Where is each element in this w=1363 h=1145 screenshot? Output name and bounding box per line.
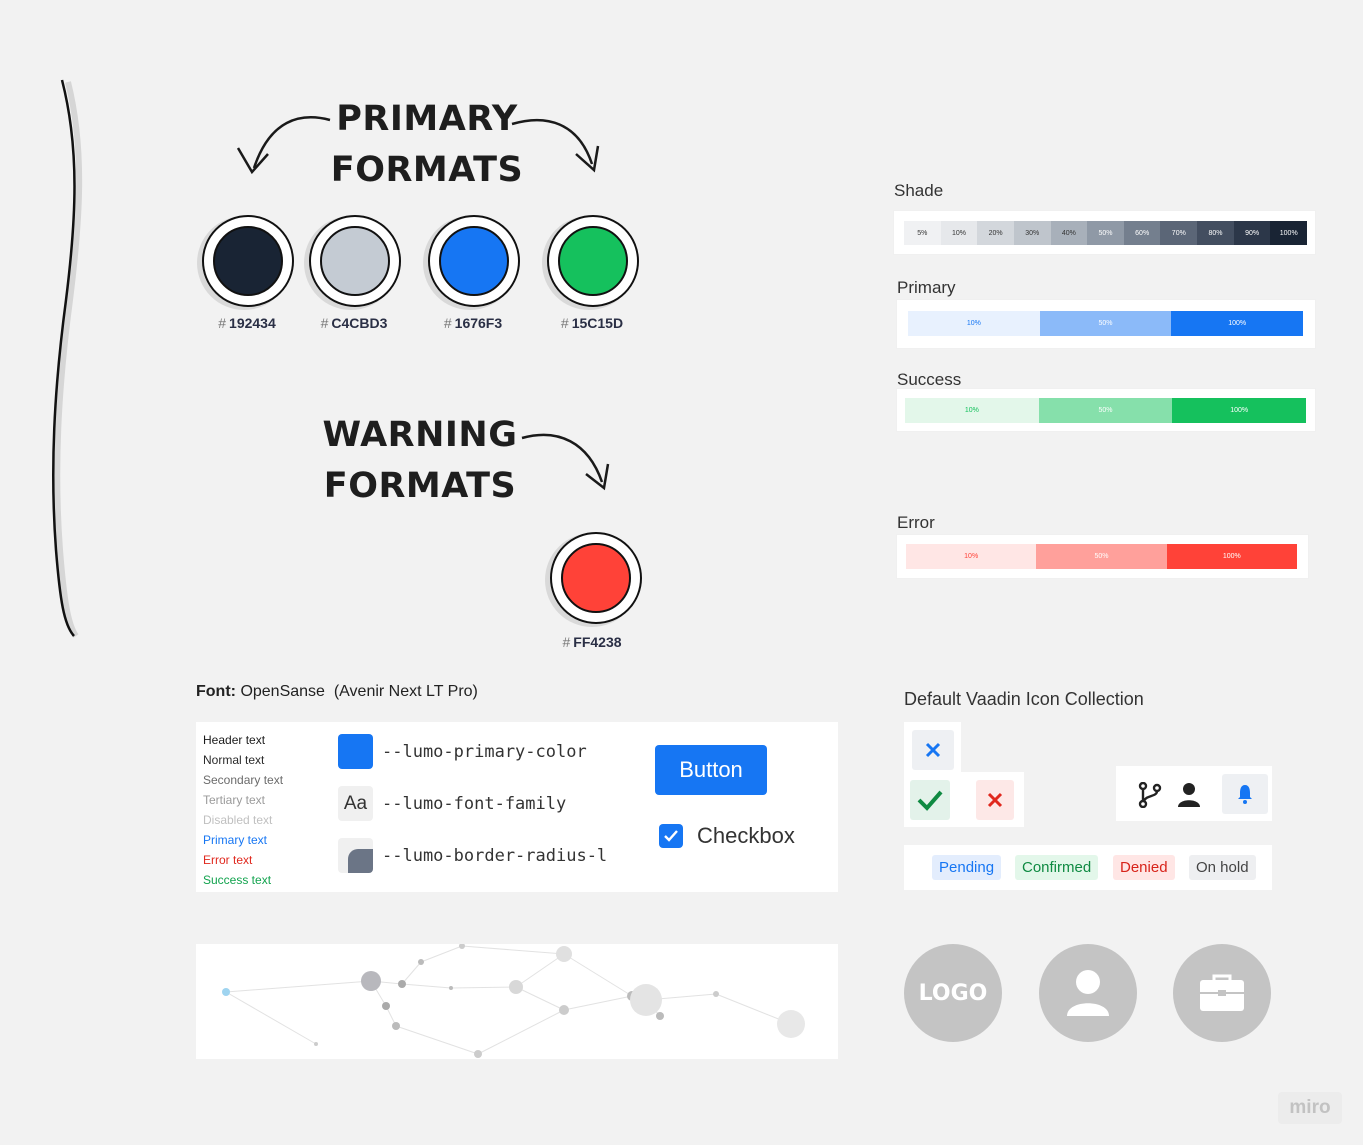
success-scale-bar: 10% 50% 100% bbox=[905, 398, 1307, 423]
primary-formats-heading: PRIMARY FORMATS bbox=[322, 94, 532, 196]
shade-scale-cell: 70% bbox=[1160, 221, 1198, 245]
text-style-sample: Header text bbox=[203, 733, 266, 747]
font-family-icon: Aa bbox=[338, 786, 373, 821]
swatch-fill bbox=[439, 226, 509, 296]
text-style-sample: Secondary text bbox=[203, 773, 284, 787]
text-style-sample: Error text bbox=[203, 853, 253, 867]
error-close-icon[interactable] bbox=[976, 780, 1014, 820]
shade-scale-cell: 80% bbox=[1197, 221, 1234, 245]
miro-watermark: miro bbox=[1278, 1092, 1342, 1124]
primary-hex-label: #15C15D bbox=[560, 315, 624, 331]
primary-hex-label: #192434 bbox=[218, 315, 276, 331]
swatch-fill bbox=[320, 226, 390, 296]
swatch-fill bbox=[213, 226, 283, 296]
curved-arrow-left-icon bbox=[236, 116, 331, 175]
primary-scale-cell: 10% bbox=[908, 311, 1040, 336]
logo-avatar: LOGO bbox=[904, 944, 1002, 1042]
briefcase-icon bbox=[1200, 974, 1244, 1011]
curved-arrow-down-icon bbox=[521, 433, 610, 491]
primary-scale-label: Primary bbox=[897, 278, 956, 297]
primary-hex-label: #1676F3 bbox=[443, 315, 503, 331]
warning-swatch bbox=[550, 532, 642, 624]
wavy-bracket-decoration bbox=[51, 79, 83, 638]
network-graph-illustration bbox=[222, 944, 805, 1058]
shade-scale-cell: 50% bbox=[1087, 221, 1124, 245]
font-info-value: OpenSanse (Avenir Next LT Pro) bbox=[240, 683, 478, 700]
checkbox-checked-icon bbox=[659, 824, 683, 848]
git-branch-icon[interactable] bbox=[1134, 776, 1166, 814]
error-scale-cell: 50% bbox=[1036, 544, 1167, 569]
error-scale-cell: 10% bbox=[906, 544, 1037, 569]
warning-swatch-fill bbox=[561, 543, 631, 613]
lumo-var-font-family: Aa --lumo-font-family bbox=[338, 786, 566, 821]
badge-denied: Denied bbox=[1113, 855, 1175, 880]
primary-scale-bar: 10% 50% 100% bbox=[908, 311, 1304, 336]
primary-scale-cell: 100% bbox=[1171, 311, 1304, 336]
warning-heading-line2: FORMATS bbox=[323, 466, 517, 506]
close-icon[interactable] bbox=[912, 730, 954, 770]
primary-color-swatch-icon bbox=[338, 734, 373, 769]
shade-scale-cell: 5% bbox=[904, 221, 941, 245]
badge-on-hold: On hold bbox=[1189, 855, 1256, 880]
primary-swatch-15c15d bbox=[547, 215, 639, 307]
sample-checkbox[interactable]: Checkbox bbox=[659, 823, 795, 849]
text-style-sample: Disabled text bbox=[203, 813, 273, 827]
font-info: Font: OpenSanse (Avenir Next LT Pro) bbox=[196, 683, 478, 701]
text-style-sample: Success text bbox=[203, 873, 272, 887]
checkbox-label: Checkbox bbox=[697, 823, 795, 848]
primary-swatch-192434 bbox=[202, 215, 294, 307]
success-scale-label: Success bbox=[897, 370, 962, 389]
primary-hex-label: # C4CBD3 bbox=[320, 315, 388, 331]
error-scale-bar: 10% 50% 100% bbox=[906, 544, 1297, 569]
text-style-sample: Primary text bbox=[203, 833, 268, 847]
success-scale-cell: 100% bbox=[1172, 398, 1307, 423]
shade-scale-cell: 10% bbox=[940, 221, 978, 245]
primary-scale-cell: 50% bbox=[1039, 311, 1172, 336]
badge-pending: Pending bbox=[932, 855, 1002, 880]
person-icon bbox=[1067, 970, 1109, 1016]
primary-heading-line2: FORMATS bbox=[330, 150, 524, 190]
lumo-var-primary-color: --lumo-primary-color bbox=[338, 734, 587, 769]
primary-swatch-c4cbd3 bbox=[309, 215, 401, 307]
warning-formats-heading: WARNING FORMATS bbox=[315, 410, 525, 512]
success-scale-cell: 10% bbox=[905, 398, 1039, 423]
checkmark-icon[interactable] bbox=[910, 780, 950, 820]
error-scale-cell: 100% bbox=[1166, 544, 1297, 569]
shade-scale-cell: 90% bbox=[1233, 221, 1271, 245]
shade-scale-cell: 100% bbox=[1270, 221, 1308, 245]
icon-collection-title: Default Vaadin Icon Collection bbox=[904, 689, 1144, 709]
error-scale-label: Error bbox=[897, 513, 935, 532]
shade-scale-bar: 5% 10% 20% 30% 40% 50% 60% 70% 80% 90% 100% bbox=[904, 221, 1308, 245]
shade-scale-cell: 40% bbox=[1050, 221, 1088, 245]
lumo-var-border-radius: --lumo-border-radius-l bbox=[338, 838, 607, 873]
warning-hex-label: # FF4238 bbox=[562, 634, 622, 650]
user-icon[interactable] bbox=[1173, 776, 1205, 814]
success-scale-cell: 50% bbox=[1038, 398, 1173, 423]
font-info-label: Font: bbox=[196, 683, 236, 700]
border-radius-icon bbox=[338, 838, 373, 873]
bell-icon[interactable] bbox=[1222, 774, 1268, 814]
swatch-fill bbox=[558, 226, 628, 296]
shade-scale-label: Shade bbox=[894, 181, 944, 200]
logo-avatar-text: LOGO bbox=[918, 980, 988, 1006]
shade-scale-cell: 20% bbox=[977, 221, 1014, 245]
sample-button[interactable]: Button bbox=[655, 745, 767, 795]
text-style-sample: Tertiary text bbox=[203, 793, 266, 807]
curved-arrow-right-icon bbox=[511, 118, 600, 173]
lumo-theme-panel: Header text Normal text Secondary text Tert… bbox=[196, 722, 838, 892]
network-banner-image bbox=[196, 944, 838, 1059]
primary-swatch-1676f3 bbox=[428, 215, 520, 307]
company-avatar bbox=[1173, 944, 1271, 1042]
warning-heading-line1: WARNING bbox=[322, 415, 518, 455]
badge-confirmed: Confirmed bbox=[1015, 855, 1099, 880]
user-avatar bbox=[1039, 944, 1137, 1042]
shade-scale-cell: 60% bbox=[1123, 221, 1161, 245]
text-style-list: Header text Normal text Secondary text Tert… bbox=[203, 730, 283, 890]
shade-scale-cell: 30% bbox=[1013, 221, 1051, 245]
primary-heading-line1: PRIMARY bbox=[336, 99, 518, 139]
text-style-sample: Normal text bbox=[203, 753, 265, 767]
